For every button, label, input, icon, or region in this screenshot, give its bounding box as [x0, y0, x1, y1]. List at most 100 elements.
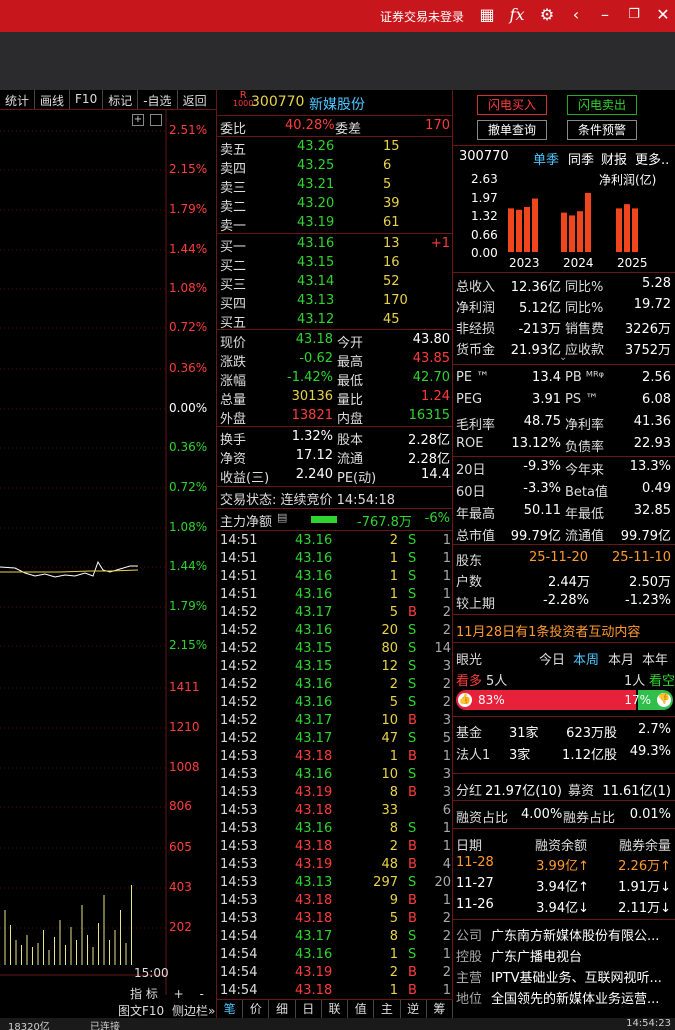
quote-row: 涨幅 -1.42% 最低 42.70 — [220, 370, 450, 389]
restore-icon[interactable]: ❐ — [624, 4, 644, 26]
quote-row: 净资 17.12 流通 2.28亿 — [220, 448, 450, 467]
fin-row: 净利润 5.12亿 同比% 19.72 — [456, 297, 671, 316]
margin-table-row: 11-27 3.94亿↑ 1.91万↓ — [456, 876, 671, 895]
status-bar: 18320亿 已连接 14:54:23 — [0, 1018, 675, 1030]
eye-tab-week[interactable]: 本周 — [573, 649, 599, 668]
toolbar-watchlist[interactable]: -自选 — [138, 90, 178, 109]
profit-y-tick: 0.00 — [471, 246, 498, 260]
volume-axis-label: 1008 — [169, 760, 200, 774]
expand-icon[interactable]: ⌄ — [559, 352, 567, 363]
toolbar-f10[interactable]: F10 — [70, 90, 104, 109]
bottom-tab[interactable]: 日 — [296, 1000, 322, 1018]
time-end-label: 15:00 — [134, 966, 169, 980]
tick-row: 14:53 43.18 9 B 1 — [220, 893, 451, 908]
quote-row: 涨跌 -0.62 最高 43.85 — [220, 351, 450, 370]
ask-row: 卖二 43.20 39 — [220, 196, 400, 215]
bottom-tab[interactable]: 价 — [243, 1000, 270, 1018]
bottom-tab[interactable]: 逆 — [401, 1000, 427, 1018]
profit-bar — [516, 209, 522, 252]
bottom-tab[interactable]: 主 — [374, 1000, 401, 1018]
toolbar-back[interactable]: 返回 — [178, 90, 212, 109]
bull-label[interactable]: 看多 — [456, 670, 482, 689]
chart-bottom-buttons: 指 标 + - — [130, 985, 204, 1002]
close-icon[interactable]: ✕ — [653, 4, 673, 26]
info-panel: 闪电买入 闪电卖出 撤单查询 条件预警 300770 单季 同季 财报 更多..… — [453, 90, 675, 1030]
profit-y-tick: 0.66 — [471, 227, 498, 242]
tick-row: 14:53 43.18 5 B 2 — [220, 911, 451, 926]
tick-row: 14:52 43.16 2 S 2 — [220, 677, 451, 692]
eye-tab-today[interactable]: 今日 — [539, 649, 565, 668]
cancel-query-button[interactable]: 撤单查询 — [477, 120, 547, 140]
chart-bottom-links: 图文F10 侧边栏» — [118, 1002, 215, 1019]
tab-quarterly[interactable]: 单季 — [533, 149, 559, 168]
pct-axis-label: 1.44% — [169, 559, 208, 573]
investor-notice[interactable]: 11月28日有1条投资者互动内容 — [453, 620, 675, 640]
indicator-button[interactable]: 指 标 — [130, 987, 158, 1001]
eye-header: 眼光 今日 本周 本月 本年 — [453, 648, 675, 668]
tab-more[interactable]: 更多.. — [635, 149, 669, 168]
pct-axis-label: 1.08% — [169, 281, 208, 295]
flash-buy-button[interactable]: 闪电买入 — [477, 95, 547, 115]
title-bar: 证券交易未登录 ▦ fx ⚙ ‹ – ❐ ✕ — [0, 0, 675, 32]
bottom-tab[interactable]: 筹 — [427, 1000, 453, 1018]
pct-axis-label: 2.51% — [169, 123, 208, 137]
tick-row: 14:52 43.17 47 S 5 — [220, 731, 451, 746]
eye-tab-year[interactable]: 本年 — [642, 649, 668, 668]
thumb-up-icon: 👍 — [458, 693, 472, 707]
back-icon[interactable]: ‹ — [566, 4, 586, 26]
gear-icon[interactable]: ⚙ — [537, 4, 557, 26]
company-info-row[interactable]: 地位 全国领先的新媒体业务运营... — [453, 987, 675, 1007]
company-info-row[interactable]: 控股 广东广播电视台 — [453, 945, 675, 965]
ask-row: 卖一 43.19 61 — [220, 215, 400, 234]
bear-label[interactable]: 看空 — [649, 670, 675, 689]
financial-tabs: 300770 单季 同季 财报 更多.. — [459, 149, 670, 168]
bottom-tab[interactable]: 细 — [269, 1000, 296, 1018]
tick-row: 14:53 43.16 10 S 3 — [220, 767, 451, 782]
profit-y-tick: 2.63 — [471, 172, 498, 186]
profit-bar — [632, 208, 638, 252]
volume-axis-label: 605 — [169, 840, 192, 854]
zoom-out-button[interactable]: - — [200, 987, 204, 1001]
profit-bar — [532, 198, 538, 252]
sidebar-toggle[interactable]: 侧边栏» — [172, 1004, 215, 1018]
bid-row: 买二 43.15 16 — [220, 255, 400, 274]
margin-table-header: 日期 融资余额 融券余量 — [456, 839, 671, 854]
eye-tab-month[interactable]: 本月 — [608, 649, 634, 668]
holder-count-row: 户数 2.44万 2.50万 — [456, 575, 671, 590]
toolbar-stats[interactable]: 统计 — [0, 90, 36, 109]
toolbar-draw[interactable]: 画线 — [35, 90, 71, 109]
login-status[interactable]: 证券交易未登录 — [380, 8, 464, 25]
pct-axis-label: 1.08% — [169, 520, 208, 534]
bottom-tab[interactable]: 联 — [322, 1000, 349, 1018]
bid-row: 买四 43.13 170 — [220, 293, 408, 312]
tick-row: 14:52 43.15 80 S 14 — [220, 641, 451, 656]
f10-link[interactable]: 图文F10 — [118, 1004, 164, 1018]
bottom-tab[interactable]: 笔 — [217, 1000, 244, 1018]
pct-axis-label: 2.15% — [169, 638, 208, 652]
chart-toolbar: 统计 画线 F10 标记 -自选 返回 — [0, 90, 216, 110]
tab-same-quarter[interactable]: 同季 — [568, 149, 594, 168]
toolbar-mark[interactable]: 标记 — [103, 90, 139, 109]
volume-axis-label: 202 — [169, 920, 192, 934]
perf-row: 总市值 99.79亿 流通值 99.79亿 — [456, 529, 671, 544]
company-info-row[interactable]: 主营 IPTV基础业务、互联网视听... — [453, 966, 675, 986]
minimize-icon[interactable]: – — [595, 4, 615, 26]
condition-alert-button[interactable]: 条件预警 — [567, 120, 637, 140]
bottom-tab[interactable]: 值 — [348, 1000, 375, 1018]
flow-bar — [311, 516, 337, 523]
pct-axis-label: 0.36% — [169, 361, 208, 375]
fx-icon[interactable]: fx — [507, 4, 527, 26]
holder-header: 股东 25-11-20 25-11-10 — [456, 550, 671, 569]
profit-bar — [508, 208, 514, 252]
flash-sell-button[interactable]: 闪电卖出 — [567, 95, 637, 115]
company-info-row[interactable]: 公司 广东南方新媒体股份有限公... — [453, 924, 675, 944]
stock-name: 新媒股份 — [309, 97, 365, 113]
profit-year-label: 2024 — [563, 256, 594, 270]
tab-report[interactable]: 财报 — [601, 149, 627, 168]
zoom-in-button[interactable]: + — [174, 987, 184, 1001]
profit-year-label: 2023 — [509, 256, 540, 270]
grid-icon[interactable]: ▦ — [477, 4, 497, 26]
ask-row: 卖四 43.25 6 — [220, 158, 392, 177]
fund-row: 法人1 3家 1.12亿股 49.3% — [456, 744, 671, 763]
profit-label: 净利润(亿) — [599, 173, 657, 187]
